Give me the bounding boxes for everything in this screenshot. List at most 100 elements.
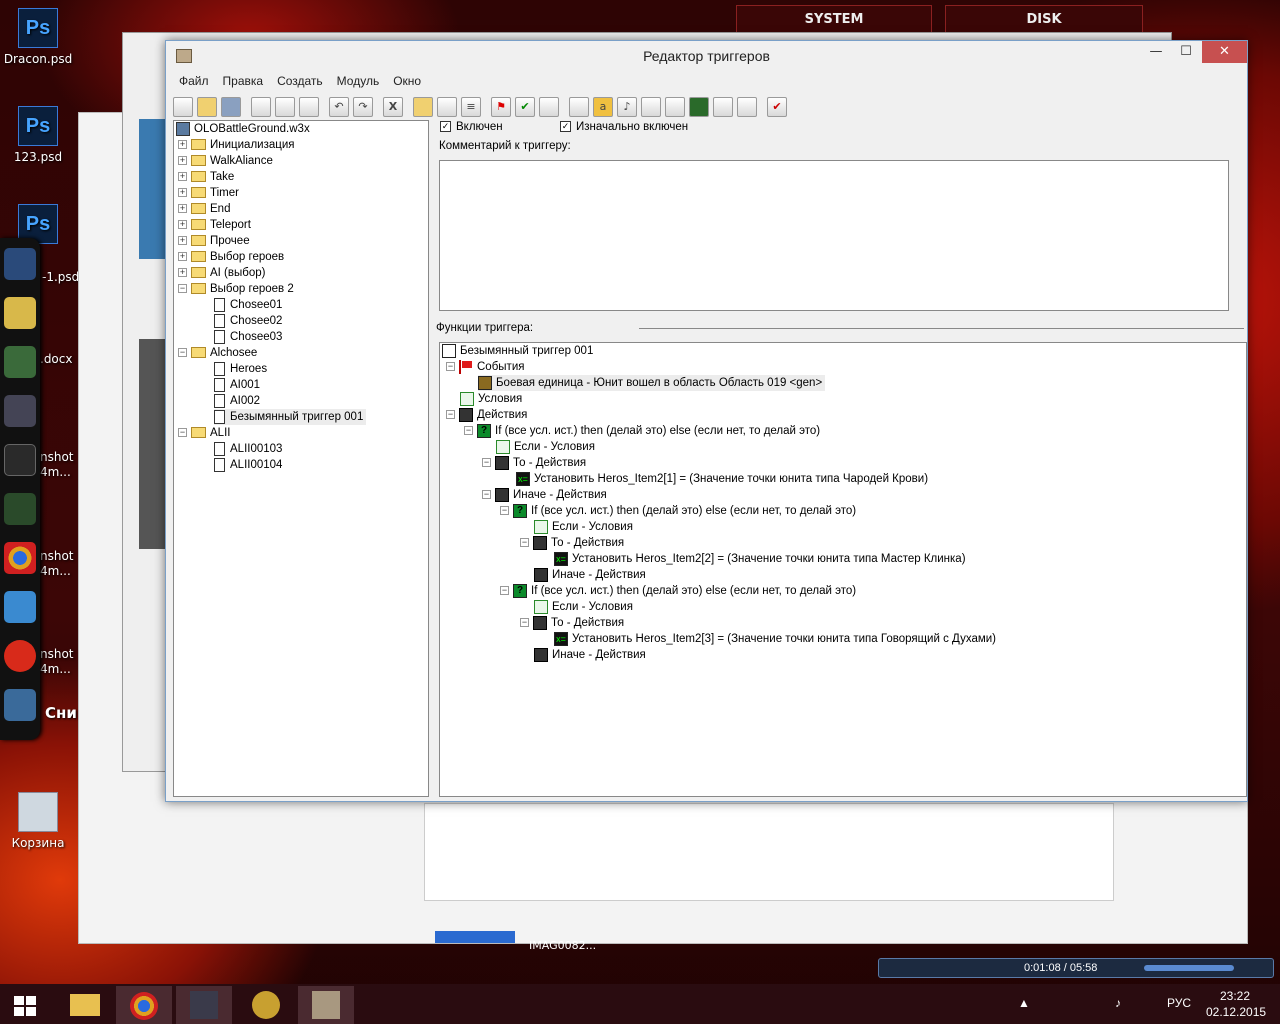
delete-icon[interactable]: X xyxy=(383,97,403,117)
menu-file[interactable]: Файл xyxy=(172,72,216,90)
collapse-icon[interactable]: − xyxy=(178,428,187,438)
function-set-row[interactable]: x= Установить Heros_Item2[2] = (Значение … xyxy=(554,551,966,567)
trigger-functions-tree[interactable]: Безымянный триггер 001 − События Боевая е… xyxy=(439,342,1247,797)
recycle-icon[interactable] xyxy=(4,346,36,378)
collapse-icon[interactable]: − xyxy=(520,618,529,628)
sound-icon[interactable]: ♪ xyxy=(617,97,637,117)
checkbox-icon[interactable]: ✓ xyxy=(560,121,571,133)
tree-folder[interactable]: + WalkAliance xyxy=(178,153,273,169)
expand-icon[interactable]: + xyxy=(178,220,187,230)
tree-trigger[interactable]: AI001 xyxy=(214,377,260,393)
new-comment-icon[interactable]: ≡ xyxy=(461,97,481,117)
function-conditions[interactable]: Условия xyxy=(460,391,522,407)
dollar-icon[interactable] xyxy=(4,444,36,476)
vendetta-icon[interactable] xyxy=(4,493,36,525)
tree-folder[interactable]: − Alchosee xyxy=(178,345,257,361)
campaign-icon[interactable] xyxy=(737,97,757,117)
function-set-row[interactable]: x= Установить Heros_Item2[1] = (Значение … xyxy=(516,471,928,487)
collapse-icon[interactable]: − xyxy=(482,490,491,500)
checkbox-icon[interactable]: ✓ xyxy=(440,121,451,133)
unit-icon[interactable]: a xyxy=(593,97,613,117)
tree-trigger-selected[interactable]: Безымянный триггер 001 xyxy=(214,409,367,425)
function-actions[interactable]: − Действия xyxy=(446,407,527,423)
tree-trigger[interactable]: ALII00103 xyxy=(214,441,282,457)
function-event-row[interactable]: Боевая единица - Юнит вошел в область Об… xyxy=(478,375,826,391)
desktop-icon-dracon[interactable]: Ps Dracon.psd xyxy=(0,8,76,66)
comment-textarea[interactable] xyxy=(439,160,1229,311)
function-then[interactable]: − То - Действия xyxy=(482,455,586,471)
copy-icon[interactable] xyxy=(275,97,295,117)
function-set-row[interactable]: x= Установить Heros_Item2[3] = (Значение … xyxy=(554,631,996,647)
function-then[interactable]: − То - Действия xyxy=(520,535,624,551)
new-trigger-icon[interactable] xyxy=(437,97,457,117)
function-if-row[interactable]: −? If (все усл. ист.) then (делай это) el… xyxy=(464,423,820,439)
collapse-icon[interactable]: − xyxy=(500,586,509,596)
tree-folder[interactable]: + Выбор героев xyxy=(178,249,284,265)
taskbar-warcraft[interactable] xyxy=(238,986,294,1024)
menu-module[interactable]: Модуль xyxy=(330,72,387,90)
collapse-icon[interactable]: − xyxy=(482,458,491,468)
tree-trigger[interactable]: AI002 xyxy=(214,393,260,409)
test-map-icon[interactable] xyxy=(713,97,733,117)
terrain-icon[interactable] xyxy=(569,97,589,117)
tree-trigger[interactable]: Heroes xyxy=(214,361,267,377)
new-category-icon[interactable] xyxy=(413,97,433,117)
collapse-icon[interactable]: − xyxy=(178,284,187,294)
new-icon[interactable] xyxy=(173,97,193,117)
tree-folder[interactable]: + Инициализация xyxy=(178,137,295,153)
function-if-row[interactable]: −? If (все усл. ист.) then (делай это) el… xyxy=(500,503,856,519)
flash-icon[interactable] xyxy=(4,640,36,672)
collapse-icon[interactable]: − xyxy=(446,362,455,372)
function-else[interactable]: − Иначе - Действия xyxy=(482,487,607,503)
ai-icon[interactable] xyxy=(641,97,661,117)
expand-icon[interactable]: + xyxy=(178,252,187,262)
start-button[interactable] xyxy=(0,986,48,1024)
network-icon[interactable] xyxy=(4,395,36,427)
function-then[interactable]: − То - Действия xyxy=(520,615,624,631)
tree-trigger[interactable]: ALII00104 xyxy=(214,457,282,473)
tree-folder[interactable]: + End xyxy=(178,201,230,217)
function-if-conditions[interactable]: Если - Условия xyxy=(496,439,595,455)
taskbar-explorer[interactable] xyxy=(58,986,114,1024)
volume-icon[interactable]: ♪ xyxy=(1115,996,1121,1010)
tree-trigger[interactable]: Chosee03 xyxy=(214,329,282,345)
tree-folder[interactable]: + Teleport xyxy=(178,217,251,233)
computer-icon[interactable] xyxy=(4,248,36,280)
desktop-icon-123[interactable]: Ps 123.psd xyxy=(0,106,76,164)
language-indicator[interactable]: РУС xyxy=(1167,996,1191,1010)
collapse-icon[interactable]: − xyxy=(464,426,473,436)
tree-trigger[interactable]: Chosee01 xyxy=(214,297,282,313)
function-if-row[interactable]: −? If (все усл. ист.) then (делай это) el… xyxy=(500,583,856,599)
object-icon[interactable] xyxy=(665,97,685,117)
minimize-button[interactable]: — xyxy=(1141,41,1171,63)
menu-edit[interactable]: Правка xyxy=(216,72,271,90)
tree-folder[interactable]: + Timer xyxy=(178,185,239,201)
function-else[interactable]: Иначе - Действия xyxy=(534,567,646,583)
save-icon[interactable] xyxy=(221,97,241,117)
expand-icon[interactable]: + xyxy=(178,172,187,182)
tree-trigger[interactable]: Chosee02 xyxy=(214,313,282,329)
new-action-icon[interactable] xyxy=(539,97,559,117)
tree-folder[interactable]: + AI (выбор) xyxy=(178,265,265,281)
player-seek-bar[interactable] xyxy=(1144,965,1234,971)
cut-icon[interactable] xyxy=(251,97,271,117)
expand-icon[interactable]: + xyxy=(178,268,187,278)
tree-folder[interactable]: − ALII xyxy=(178,425,230,441)
menu-window[interactable]: Окно xyxy=(386,72,428,90)
trigger-tree[interactable]: OLOBattleGround.w3x + Инициализация + Walk… xyxy=(173,120,429,797)
tree-root[interactable]: OLOBattleGround.w3x xyxy=(176,121,310,137)
close-button[interactable]: ✕ xyxy=(1202,41,1247,63)
tree-folder[interactable]: + Прочее xyxy=(178,233,250,249)
function-if-conditions[interactable]: Если - Условия xyxy=(534,519,633,535)
menu-create[interactable]: Создать xyxy=(270,72,330,90)
import-icon[interactable] xyxy=(689,97,709,117)
new-event-icon[interactable]: ⚑ xyxy=(491,97,511,117)
folder-icon[interactable] xyxy=(4,297,36,329)
function-root[interactable]: Безымянный триггер 001 xyxy=(442,343,593,359)
collapse-icon[interactable]: − xyxy=(178,348,187,358)
taskbar-game[interactable] xyxy=(176,986,232,1024)
clock-time[interactable]: 23:22 xyxy=(1220,989,1250,1003)
tree-folder[interactable]: − Выбор героев 2 xyxy=(178,281,294,297)
taskbar-chrome[interactable] xyxy=(116,986,172,1024)
function-else[interactable]: Иначе - Действия xyxy=(534,647,646,663)
